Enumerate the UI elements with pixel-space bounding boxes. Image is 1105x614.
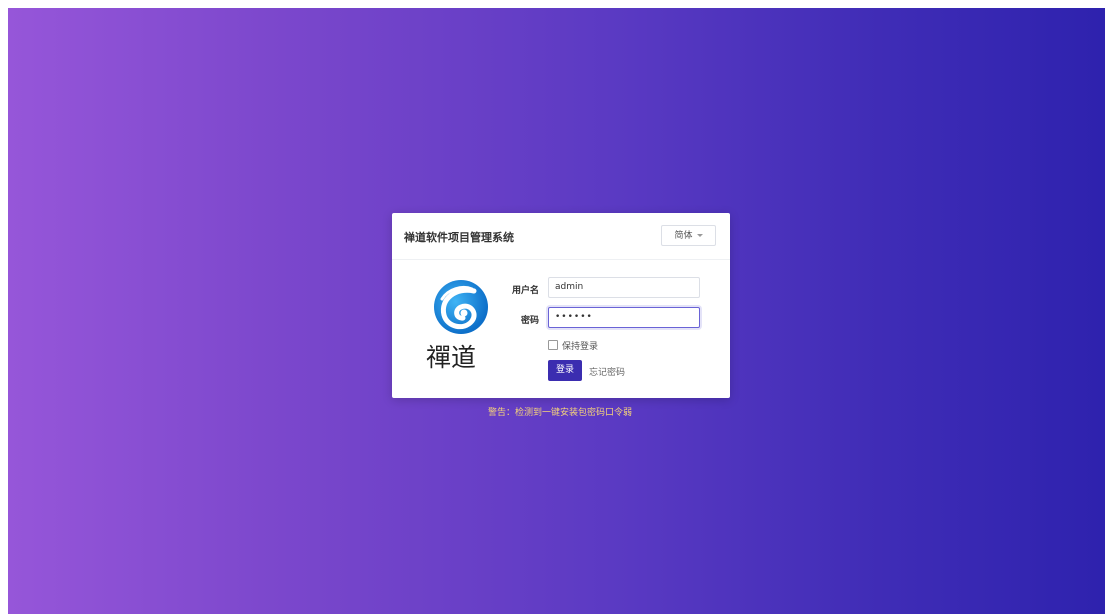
remember-label: 保持登录 bbox=[562, 342, 599, 352]
username-input[interactable]: admin bbox=[548, 277, 700, 298]
logo-text: 禪道 bbox=[426, 343, 477, 372]
remember-login[interactable]: 保持登录 bbox=[548, 339, 598, 352]
password-label: 密码 bbox=[520, 316, 539, 326]
login-panel: 禅道软件项目管理系统 简体 禪道 用户名 admin 密码 •••••• 保持登… bbox=[392, 213, 730, 398]
security-warning: 警告：检测到一键安装包密码口令弱 bbox=[487, 408, 632, 418]
caret-down-icon bbox=[696, 234, 703, 237]
remember-checkbox[interactable] bbox=[548, 340, 558, 350]
language-label: 简体 bbox=[674, 231, 693, 241]
language-select[interactable]: 简体 bbox=[661, 225, 716, 246]
username-label: 用户名 bbox=[511, 286, 539, 296]
panel-header: 禅道软件项目管理系统 简体 bbox=[392, 213, 730, 260]
password-input[interactable]: •••••• bbox=[548, 307, 700, 328]
app-title: 禅道软件项目管理系统 bbox=[404, 231, 514, 244]
login-button[interactable]: 登录 bbox=[548, 360, 582, 381]
zentao-logo: 禪道 bbox=[426, 277, 506, 375]
forgot-password-link[interactable]: 忘记密码 bbox=[589, 365, 625, 378]
